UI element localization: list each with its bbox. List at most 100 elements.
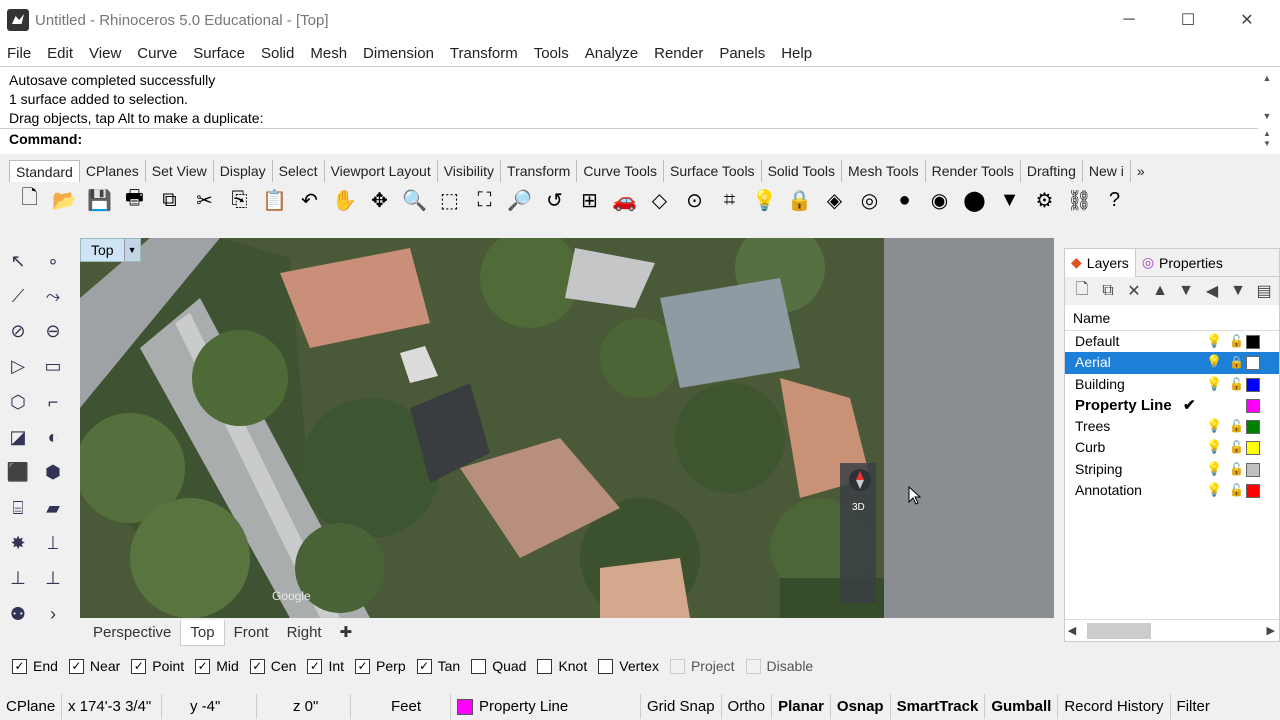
visibility-bulb-icon[interactable]: 💡 [1206,483,1222,497]
panel-tab-properties[interactable]: ◎ Properties [1136,249,1229,277]
viewport-label[interactable]: Top ▼ [80,238,141,262]
copy-icon[interactable]: ⎘ [222,184,257,216]
trim-icon[interactable]: ⟘ [38,528,68,558]
command-line[interactable]: Command: [0,128,1258,150]
cut-icon[interactable]: ✂ [187,184,222,216]
layer-row-striping[interactable]: Striping 💡 🔓 [1065,459,1279,480]
tab-select[interactable]: Select [273,160,325,182]
history-scroll-down[interactable]: ▼ [1260,111,1274,121]
rotate-view-icon[interactable]: ✥ [362,184,397,216]
viewport-tab-perspective[interactable]: Perspective [84,620,180,646]
layer-row-annotation[interactable]: Annotation 💡 🔓 [1065,480,1279,501]
undo-icon[interactable]: ↶ [292,184,327,216]
osnap-checkbox[interactable]: ✓ [195,658,211,674]
import-icon[interactable]: ⧉ [152,184,187,216]
zoom-icon[interactable]: 🔍 [397,184,432,216]
viewport-tab-right[interactable]: Right [278,620,331,646]
osnap-int[interactable]: ✓ Int [307,658,344,674]
menu-solid[interactable]: Solid [261,45,294,62]
ortho-toggle[interactable]: Ortho [722,694,773,719]
snap-icon[interactable]: ⊙ [677,184,712,216]
lock-toggle-icon[interactable]: 🔓 [1229,377,1244,391]
layer-color-swatch[interactable] [1246,377,1260,392]
visibility-bulb-icon[interactable]: 💡 [1206,376,1222,391]
help-icon[interactable]: ? [1097,184,1132,216]
undo-view-icon[interactable]: ↺ [537,184,572,216]
light-bulb-icon[interactable]: 💡 [747,184,782,216]
close-button[interactable]: ✕ [1218,0,1276,40]
layer-row-default[interactable]: Default 💡 🔓 [1065,331,1279,352]
visibility-bulb-icon[interactable]: 💡 [1206,440,1222,454]
pan-hand-icon[interactable]: ✋ [327,184,362,216]
menu-surface[interactable]: Surface [193,45,245,62]
menu-tools[interactable]: Tools [534,45,569,62]
layer-color-swatch[interactable] [1246,462,1260,477]
boolean-icon[interactable]: ⚉ [3,599,33,629]
rhino-app-icon[interactable] [7,9,29,31]
menu-transform[interactable]: Transform [450,45,518,62]
layers-column-header[interactable]: Name [1065,305,1279,331]
lock-toggle-icon[interactable]: 🔓 [1229,440,1244,454]
current-layer-status[interactable]: Property Line [451,694,641,719]
tab-render-tools[interactable]: Render Tools [926,160,1021,182]
osnap-checkbox[interactable]: ✓ [355,658,371,674]
move-icon[interactable]: ⊥ [3,564,33,594]
layer-color-swatch[interactable] [1246,484,1260,499]
osnap-checkbox[interactable]: ✓ [68,658,84,674]
osnap-near[interactable]: ✓ Near [68,658,120,674]
units-status[interactable]: Feet [351,694,451,719]
menu-analyze[interactable]: Analyze [585,45,638,62]
visibility-bulb-icon[interactable]: 💡 [1206,419,1222,433]
open-folder-icon[interactable]: 📂 [47,184,82,216]
mesh-icon[interactable]: ▰ [38,493,68,523]
layer-icon[interactable]: ◈ [817,184,852,216]
tab-curve-tools[interactable]: Curve Tools [577,160,664,182]
maximize-button[interactable]: ☐ [1159,0,1217,40]
print-icon[interactable]: 🖶 [117,184,152,216]
menu-curve[interactable]: Curve [137,45,177,62]
osnap-tan[interactable]: ✓ Tan [416,658,460,674]
layers-horizontal-scrollbar[interactable]: ◀ ▶ [1065,619,1279,641]
menu-edit[interactable]: Edit [47,45,73,62]
cplane-status[interactable]: CPlane [0,694,62,719]
menu-render[interactable]: Render [654,45,703,62]
options-gear-icon[interactable]: ⚙ [1027,184,1062,216]
paste-icon[interactable]: 📋 [257,184,292,216]
osnap-checkbox[interactable]: ✓ [307,658,323,674]
layer-color-swatch[interactable] [1246,335,1260,349]
zoom-extents-icon[interactable]: ⛶ [467,184,502,216]
curve-icon[interactable]: ⤳ [38,281,68,311]
lock-toggle-icon[interactable]: 🔓 [1229,334,1244,348]
new-layer-icon[interactable]: 🗋 [1069,278,1095,305]
osnap-project[interactable]: Project [669,658,735,674]
osnap-vertex[interactable]: Vertex [598,658,659,674]
surface-icon[interactable]: ◪ [3,423,33,453]
osnap-end[interactable]: ✓ End [12,658,58,674]
array-icon[interactable]: ⊥ [38,564,68,594]
shaded-sphere-icon[interactable]: ● [887,184,922,216]
lock-toggle-icon[interactable]: 🔓 [1229,462,1244,476]
revolve-icon[interactable]: ◐ [38,423,68,453]
blue-sphere-icon[interactable]: ⬤ [957,184,992,216]
osnap-checkbox[interactable]: ✓ [249,658,265,674]
menu-file[interactable]: File [7,45,31,62]
record-history-toggle[interactable]: Record History [1058,694,1171,719]
zoom-selected-icon[interactable]: 🔎 [502,184,537,216]
polyline-icon[interactable]: ⟋ [3,281,33,311]
osnap-disable[interactable]: Disable [745,658,813,674]
planar-toggle[interactable]: Planar [772,694,831,719]
layer-row-building[interactable]: Building 💡 🔓 [1065,374,1279,395]
layer-row-trees[interactable]: Trees 💡 🔓 [1065,416,1279,437]
select-arrow-icon[interactable]: ↖ [3,246,33,276]
toolbar-overflow-icon[interactable]: » [1131,160,1151,182]
viewport-tab-top[interactable]: Top [180,620,225,646]
osnap-checkbox[interactable] [471,658,487,674]
tab-new-i[interactable]: New i [1083,160,1131,182]
circle-icon[interactable]: ⊘ [3,317,33,347]
scroll-right-icon[interactable]: ▶ [1267,624,1275,637]
lock-toggle-icon[interactable]: 🔓 [1229,483,1244,497]
menu-panels[interactable]: Panels [719,45,765,62]
osnap-point[interactable]: ✓ Point [131,658,184,674]
tab-cplanes[interactable]: CPlanes [80,160,146,182]
ellipse-icon[interactable]: ⊖ [38,317,68,347]
